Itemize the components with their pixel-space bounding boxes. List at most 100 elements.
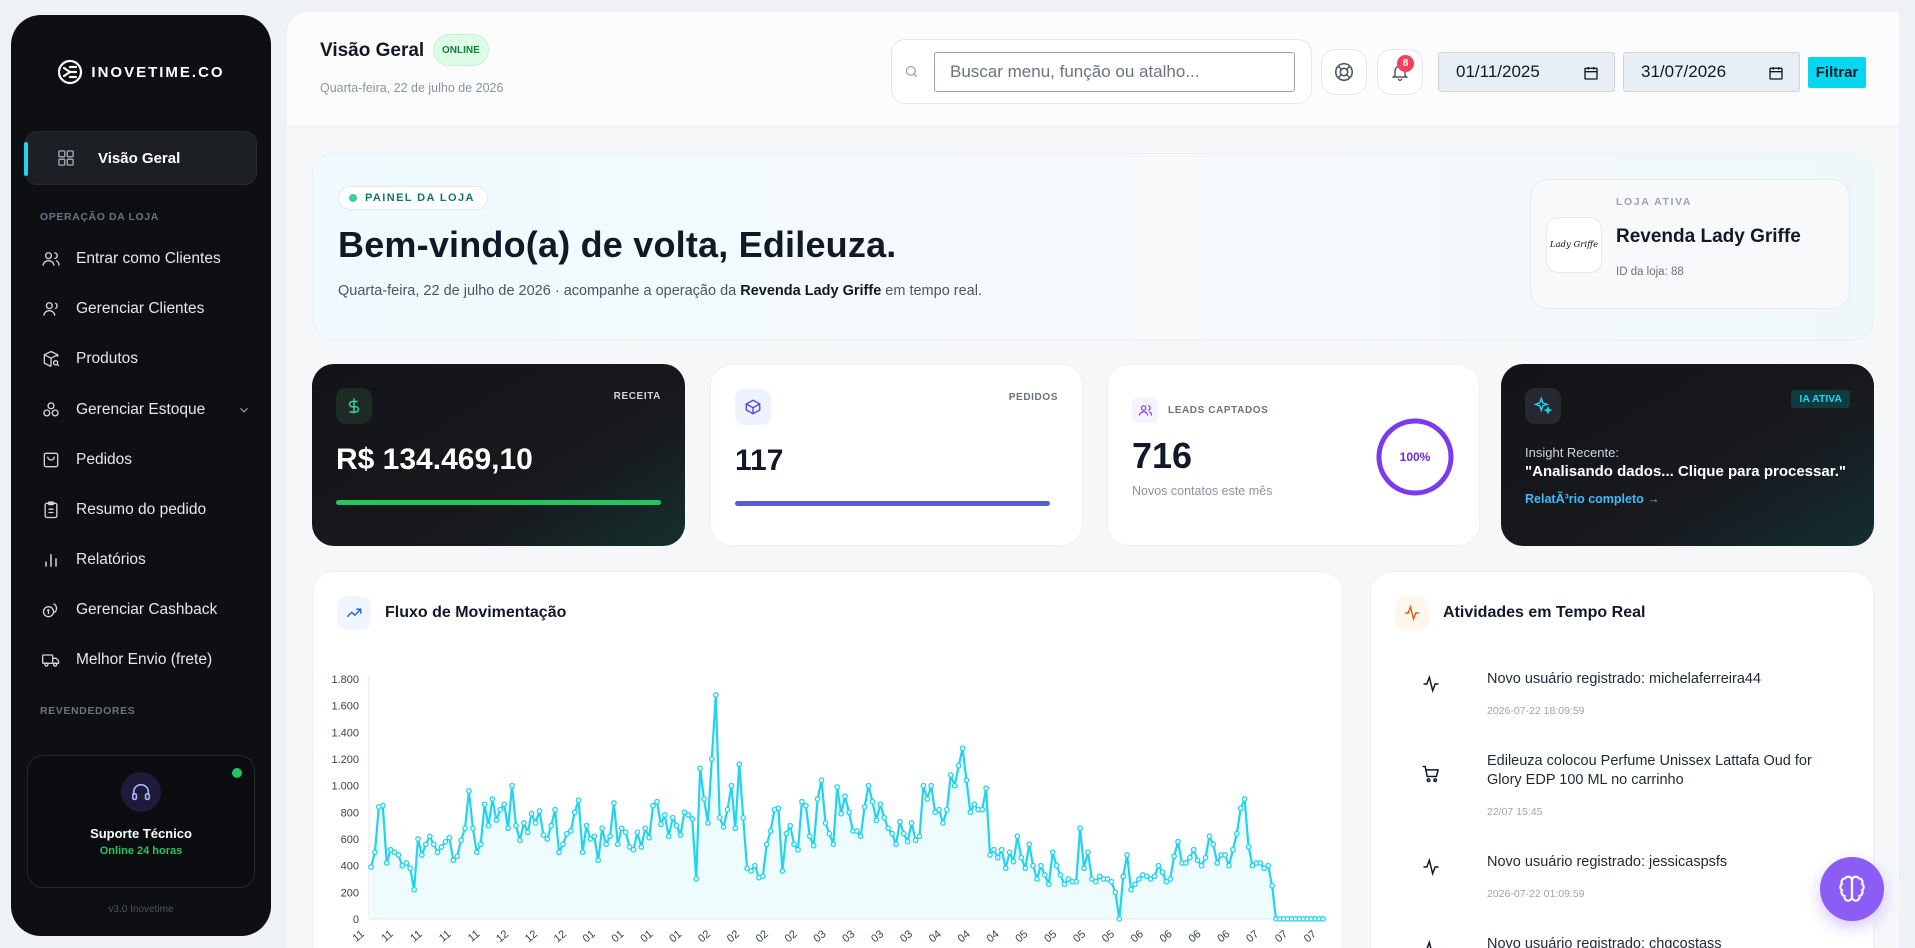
help-button[interactable] [1321,49,1367,95]
sidebar-item-visao-geral[interactable]: Visão Geral [24,131,257,185]
sidebar-item-produtos[interactable]: Produtos [41,339,251,379]
data-point [611,800,617,806]
data-point [799,798,805,805]
data-point [736,761,743,768]
search-box [891,39,1312,104]
data-point [1167,876,1174,882]
brand-logo[interactable]: INOVETIME.CO [11,57,271,87]
x-tick-label: 06 [1215,928,1232,945]
ai-insight-card[interactable]: IA ATIVA Insight Recente: "Analisando da… [1501,364,1874,546]
x-tick-label: 11 [437,928,453,945]
data-point [936,806,942,813]
data-point [697,765,703,772]
sidebar-item-label: Pedidos [76,451,133,468]
leads-ring-label: 100% [1399,450,1431,464]
support-card[interactable]: Suporte Técnico Online 24 horas [27,755,255,888]
data-point [462,825,468,832]
sidebar-item-gerenciar-cashback[interactable]: Gerenciar Cashback [41,590,251,630]
data-point [1241,796,1248,802]
data-point [505,825,511,832]
leads-value: 716 [1132,435,1193,476]
data-point [967,809,974,816]
data-point [955,762,962,769]
movement-chart-card: Fluxo de Movimentação 0 200 400 600 800 1.000… [312,571,1343,948]
support-title: Suporte Técnico [90,826,192,841]
date-from-input[interactable]: 01/11/2025 [1438,52,1615,92]
revenue-card[interactable]: RECEITA R$ 134.469,10 [312,364,685,546]
data-point [928,782,935,789]
life-buoy-icon [1334,62,1354,82]
data-point [728,782,735,789]
y-tick-label: 1.000 [331,781,359,793]
data-point [767,828,774,834]
data-point [579,849,586,856]
x-tick-label: 11 [350,928,366,945]
data-point [720,824,727,830]
page-title: Visão Geral [320,40,425,61]
calendar-icon[interactable] [1768,65,1784,81]
data-point [422,841,429,848]
calendar-icon[interactable] [1583,65,1599,81]
chevron-down-icon[interactable] [237,403,251,417]
full-report-link[interactable]: RelatÃ³rio completo → [1525,492,1660,506]
data-point [368,864,374,870]
sidebar-item-entrar-como-clientes[interactable]: Entrar como Clientes [41,239,251,279]
data-point [705,820,711,826]
status-dot [349,194,357,202]
sidebar-item-resumo-do-pedido[interactable]: Resumo do pedido [41,490,251,530]
data-point [477,841,484,848]
revenue-tag: RECEITA [613,391,661,402]
notifications-button[interactable]: 8 [1377,49,1423,95]
activity-time: 2026-07-22 01:09:59 [1487,888,1585,900]
data-point [834,784,841,790]
x-tick-label: 01 [638,928,655,945]
data-point [838,810,844,817]
orders-card[interactable]: PEDIDOS 117 [710,364,1083,546]
data-point [752,862,758,869]
sidebar-item-gerenciar-clientes[interactable]: Gerenciar Clientes [41,289,251,329]
data-point [658,821,664,828]
welcome-subtitle-prefix: Quarta-feira, 22 de julho de 2026 · acom… [338,283,741,299]
leads-note: Novos contatos este mês [1132,484,1273,498]
welcome-title: Bem-vindo(a) de volta, Edileuza. [338,224,897,265]
data-point [517,837,523,844]
data-point [1026,841,1033,848]
data-point [775,805,782,812]
x-tick-label: 03 [898,928,915,945]
date-to-input[interactable]: 31/07/2026 [1623,52,1800,92]
filter-button[interactable]: Filtrar [1808,57,1866,88]
data-point [822,820,829,826]
data-point [599,825,605,832]
x-tick-label: 04 [956,928,973,945]
main-panel: Visão Geral ONLINE Quarta-feira, 22 de j… [287,12,1899,948]
active-store-card[interactable]: LOJA ATIVA Lady Griffe Revenda Lady Grif… [1530,179,1850,309]
search-input[interactable] [934,52,1295,92]
data-point [1186,854,1193,861]
activity-title: Atividades em Tempo Real [1443,604,1646,621]
x-tick-label: 05 [1071,928,1088,945]
data-point [575,797,582,804]
data-point [1257,860,1264,866]
data-point [485,822,492,829]
data-point [571,809,578,816]
sidebar-item-melhor-envio[interactable]: Melhor Envio (frete) [41,640,251,680]
x-tick-label: 12 [552,928,569,945]
sidebar-item-gerenciar-estoque[interactable]: Gerenciar Estoque [41,390,251,430]
sidebar-item-relatorios[interactable]: Relatórios [41,540,251,580]
users-icon [1132,397,1158,423]
x-tick-label: 04 [984,928,1001,945]
data-point [379,802,386,809]
bar-chart-icon [45,554,57,567]
sidebar-item-pedidos[interactable]: Pedidos [41,440,251,480]
data-point [1210,841,1217,848]
assistant-fab-button[interactable] [1820,857,1884,921]
movement-chart[interactable]: 0 200 400 600 800 1.000 1.200 1.400 1.600 1.800 11… [313,572,1344,948]
data-point [1128,886,1134,893]
activity-text: Edileuza colocou Perfume Unissex Lattafa… [1487,753,1812,788]
data-point [473,849,480,856]
data-point [497,806,504,813]
store-logo: Lady Griffe [1546,217,1602,273]
data-point [1014,833,1021,840]
data-point [438,844,445,850]
leads-card[interactable]: LEADS CAPTADOS 716 Novos contatos este m… [1107,364,1480,546]
